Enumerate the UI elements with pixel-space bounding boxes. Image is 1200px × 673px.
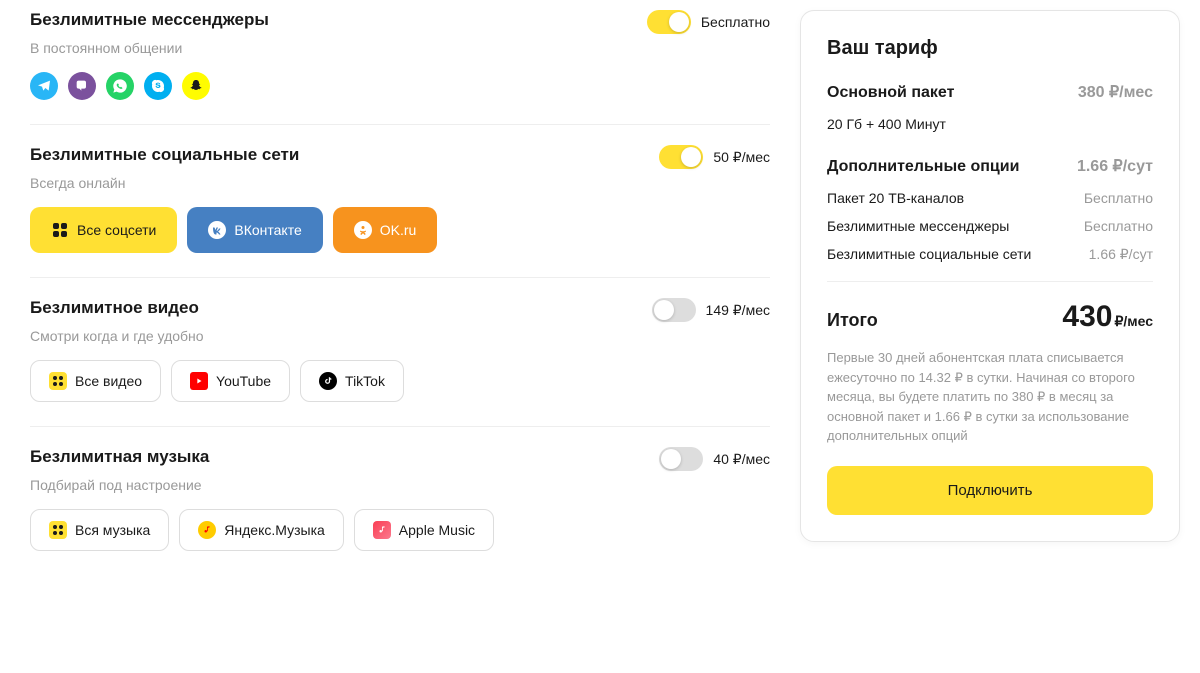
chip-okru[interactable]: OK.ru	[333, 207, 438, 253]
ok-icon	[354, 221, 372, 239]
whatsapp-icon	[106, 72, 134, 100]
tariff-item-name: Пакет 20 ТВ-каналов	[827, 190, 964, 206]
grid-icon	[51, 221, 69, 239]
main-package-desc: 20 Гб + 400 Минут	[827, 116, 1153, 132]
tariff-item-name: Безлимитные социальные сети	[827, 246, 1031, 263]
option-messengers: Безлимитные мессенджеры Бесплатно В пост…	[30, 10, 770, 125]
telegram-icon	[30, 72, 58, 100]
chip-label: ВКонтакте	[234, 222, 301, 238]
divider	[827, 281, 1153, 282]
tariff-item-value: 1.66 ₽/сут	[1089, 246, 1153, 263]
tariff-summary: Ваш тариф Основной пакет 380 ₽/мес 20 Гб…	[800, 10, 1180, 663]
main-package-label: Основной пакет	[827, 84, 954, 102]
tariff-item-value: Бесплатно	[1084, 218, 1153, 234]
chip-label: Все соцсети	[77, 222, 156, 238]
tariff-item-value: Бесплатно	[1084, 190, 1153, 206]
option-subtitle: Смотри когда и где удобно	[30, 328, 770, 344]
chip-label: Apple Music	[399, 522, 475, 538]
options-column: Безлимитные мессенджеры Бесплатно В пост…	[30, 10, 770, 663]
chip-vkontakte[interactable]: ВКонтакте	[187, 207, 322, 253]
chip-all-video[interactable]: Все видео	[30, 360, 161, 402]
option-price: Бесплатно	[701, 14, 770, 30]
tariff-item-name: Безлимитные мессенджеры	[827, 218, 1009, 234]
messenger-icons	[30, 72, 770, 100]
tariff-title: Ваш тариф	[827, 37, 1153, 60]
chip-yandex-music[interactable]: Яндекс.Музыка	[179, 509, 344, 551]
option-music: Безлимитная музыка 40 ₽/мес Подбирай под…	[30, 447, 770, 575]
chip-label: YouTube	[216, 373, 271, 389]
toggle-social[interactable]	[659, 145, 703, 169]
apple-music-icon	[373, 521, 391, 539]
additional-price: 1.66 ₽/сут	[1077, 156, 1153, 176]
option-title: Безлимитная музыка	[30, 447, 209, 467]
option-title: Безлимитные мессенджеры	[30, 10, 269, 30]
toggle-music[interactable]	[659, 447, 703, 471]
yandex-music-icon	[198, 521, 216, 539]
option-video: Безлимитное видео 149 ₽/мес Смотри когда…	[30, 298, 770, 427]
option-price: 50 ₽/мес	[713, 149, 770, 166]
chip-all-social[interactable]: Все соцсети	[30, 207, 177, 253]
chip-label: Вся музыка	[75, 522, 150, 538]
youtube-icon	[190, 372, 208, 390]
vk-icon	[208, 221, 226, 239]
option-subtitle: Всегда онлайн	[30, 175, 770, 191]
option-title: Безлимитное видео	[30, 298, 199, 318]
total-label: Итого	[827, 310, 878, 331]
snapchat-icon	[182, 72, 210, 100]
option-social: Безлимитные социальные сети 50 ₽/мес Все…	[30, 145, 770, 278]
grid-icon	[49, 521, 67, 539]
tariff-item: Безлимитные социальные сети 1.66 ₽/сут	[827, 246, 1153, 263]
chip-label: TikTok	[345, 373, 385, 389]
additional-label: Дополнительные опции	[827, 158, 1019, 176]
disclaimer: Первые 30 дней абонентская плата списыва…	[827, 348, 1153, 446]
chip-label: Все видео	[75, 373, 142, 389]
toggle-messengers[interactable]	[647, 10, 691, 34]
tariff-item: Безлимитные мессенджеры Бесплатно	[827, 218, 1153, 234]
connect-button[interactable]: Подключить	[827, 466, 1153, 515]
chip-label: Яндекс.Музыка	[224, 522, 325, 538]
tariff-item: Пакет 20 ТВ-каналов Бесплатно	[827, 190, 1153, 206]
option-subtitle: В постоянном общении	[30, 40, 770, 56]
chip-label: OK.ru	[380, 222, 417, 238]
viber-icon	[68, 72, 96, 100]
chip-youtube[interactable]: YouTube	[171, 360, 290, 402]
skype-icon	[144, 72, 172, 100]
option-title: Безлимитные социальные сети	[30, 145, 299, 165]
main-package-price: 380 ₽/мес	[1078, 82, 1153, 102]
chip-tiktok[interactable]: TikTok	[300, 360, 404, 402]
option-price: 149 ₽/мес	[706, 302, 770, 319]
grid-icon	[49, 372, 67, 390]
chip-all-music[interactable]: Вся музыка	[30, 509, 169, 551]
option-subtitle: Подбирай под настроение	[30, 477, 770, 493]
tiktok-icon	[319, 372, 337, 390]
total-value: 430₽/мес	[1062, 300, 1153, 334]
option-price: 40 ₽/мес	[713, 451, 770, 468]
chip-apple-music[interactable]: Apple Music	[354, 509, 494, 551]
toggle-video[interactable]	[652, 298, 696, 322]
